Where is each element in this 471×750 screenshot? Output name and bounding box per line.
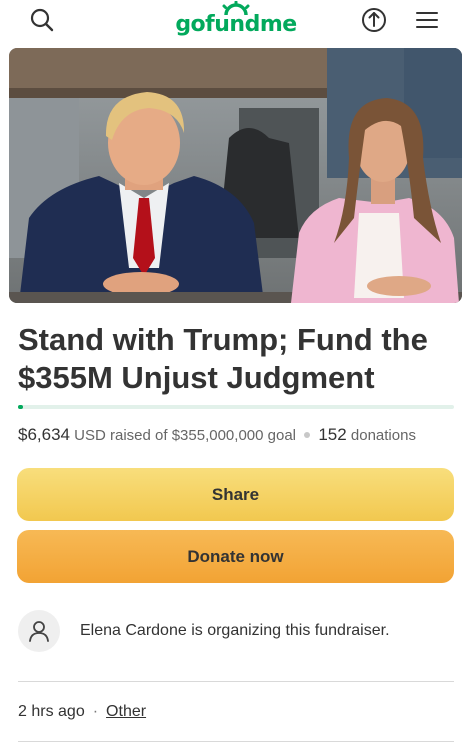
donate-now-button[interactable]: Donate now [17,530,454,583]
amount-raised: $6,634 [18,425,70,444]
share-button[interactable]: Share [17,468,454,521]
logo-text: gofundme [175,12,297,37]
organizer-row[interactable]: Elena Cardone is organizing this fundrai… [18,610,458,654]
search-icon[interactable] [26,4,58,36]
donation-stats: $6,634 USD raised of $355,000,000 goal 1… [18,425,458,445]
gofundme-logo[interactable]: gofundme [172,1,300,43]
campaign-title: Stand with Trump; Fund the $355M Unjust … [18,322,428,395]
meta-separator: · [92,703,99,720]
divider [18,741,454,742]
donations-label: donations [350,427,416,444]
posted-time: 2 hrs ago [18,703,85,720]
top-bar: gofundme [0,0,471,44]
organizer-text: Elena Cardone is organizing this fundrai… [80,622,390,639]
donations-count: 152 [318,425,347,444]
divider [18,681,454,682]
campaign-meta: 2 hrs ago · Other [18,703,146,721]
share-upload-icon[interactable] [358,4,390,36]
category-link[interactable]: Other [106,703,146,720]
hamburger-menu-icon[interactable] [411,4,443,36]
progress-bar-fill [18,405,23,409]
user-icon [29,621,49,642]
goal-text: USD raised of $355,000,000 goal [74,427,296,444]
separator-dot [304,432,311,439]
avatar [18,610,60,652]
campaign-hero-image[interactable] [9,48,462,303]
progress-bar [18,405,454,409]
